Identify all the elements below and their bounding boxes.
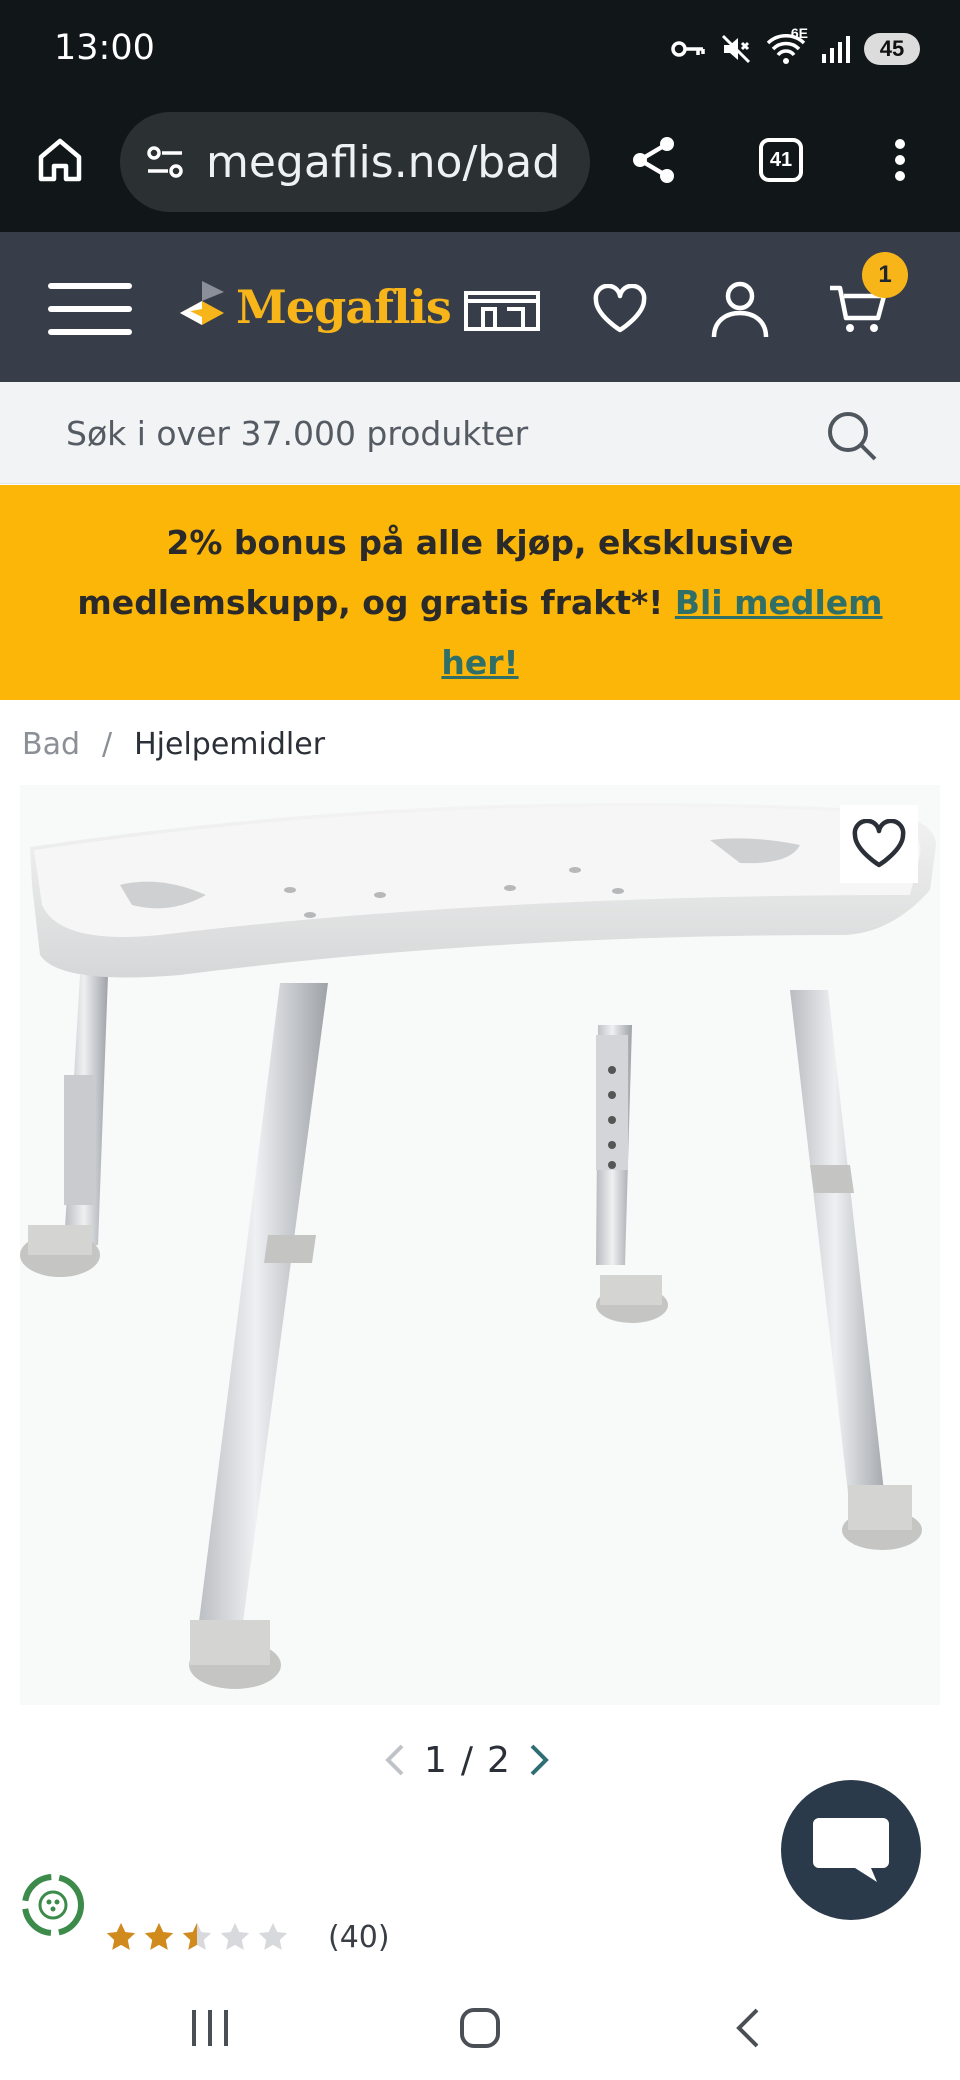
eco-badge: [18, 1870, 88, 1940]
mute-icon: [721, 34, 751, 64]
wishlist-button[interactable]: [580, 274, 660, 344]
product-image[interactable]: [20, 785, 940, 1705]
wifi-icon: 6E: [766, 25, 808, 67]
chevron-left-icon[interactable]: [380, 1740, 410, 1780]
tabs-icon: 41: [759, 138, 803, 182]
network-type: 6E: [790, 25, 808, 41]
pager-current: 1: [424, 1739, 447, 1781]
star-icon: [144, 1922, 174, 1950]
search-bar: [0, 382, 960, 484]
browser-toolbar: megaflis.no/bad 41: [0, 100, 960, 232]
more-menu-button[interactable]: [868, 128, 932, 192]
more-vert-icon: [895, 139, 905, 181]
star-icon: [182, 1922, 212, 1950]
breadcrumb-current: Hjelpemidler: [134, 726, 326, 762]
store-button[interactable]: [462, 274, 542, 344]
heart-icon: [593, 284, 647, 333]
key-icon: [671, 41, 705, 57]
status-time: 13:00: [54, 28, 155, 68]
site-settings-icon[interactable]: [144, 140, 188, 184]
search-button[interactable]: [820, 406, 884, 466]
home-icon: [38, 138, 82, 182]
account-button[interactable]: [700, 274, 780, 344]
recent-apps-icon: [192, 2010, 228, 2046]
chat-icon: [813, 1818, 889, 1882]
cart-count-badge: 1: [862, 252, 908, 298]
share-button[interactable]: [622, 128, 686, 192]
site-header: Megaflis 1: [0, 232, 960, 382]
star-icon: [258, 1922, 288, 1950]
home-nav-icon: [460, 2008, 500, 2048]
address-bar[interactable]: megaflis.no/bad: [120, 112, 590, 212]
url-text: megaflis.no/bad: [206, 136, 561, 188]
star-icon: [106, 1922, 136, 1950]
breadcrumb: Bad / Hjelpemidler: [22, 722, 325, 766]
image-pager: 1 / 2: [380, 1735, 554, 1785]
search-input[interactable]: [66, 406, 786, 460]
star-icon: [220, 1922, 250, 1950]
home-nav-button[interactable]: [440, 1998, 520, 2058]
breadcrumb-separator: /: [102, 726, 113, 762]
cart-button[interactable]: 1: [818, 252, 908, 344]
hamburger-icon: [48, 283, 132, 335]
share-icon: [633, 137, 674, 183]
signal-icon: [822, 36, 850, 63]
heart-icon: [852, 819, 906, 868]
system-nav-bar: [0, 1976, 960, 2080]
home-button[interactable]: [28, 128, 92, 192]
rating[interactable]: (40): [104, 1915, 390, 1959]
logo[interactable]: Megaflis: [178, 272, 452, 342]
search-icon: [828, 412, 877, 461]
pager-separator: /: [460, 1739, 474, 1781]
recent-apps-button[interactable]: [170, 1998, 250, 2058]
breadcrumb-link-bad[interactable]: Bad: [22, 727, 80, 762]
logo-text: Megaflis: [236, 280, 452, 334]
logo-mark-icon: [180, 281, 224, 325]
status-icons: 6E 45: [670, 25, 920, 70]
chat-button[interactable]: [781, 1780, 921, 1920]
tabs-button[interactable]: 41: [749, 128, 813, 192]
status-bar: 13:00 6E 45: [0, 0, 960, 100]
eco-badge-icon: [22, 1874, 84, 1936]
back-icon: [736, 2008, 759, 2048]
favorite-button[interactable]: [840, 805, 918, 883]
menu-button[interactable]: [48, 274, 132, 344]
user-icon: [711, 281, 769, 338]
pager-total: 2: [487, 1739, 510, 1781]
back-button[interactable]: [708, 1998, 788, 2058]
store-icon: [464, 291, 540, 331]
promo-banner: 2% bonus på alle kjøp, eksklusive medlem…: [0, 485, 960, 700]
rating-count: (40): [328, 1919, 390, 1955]
battery-indicator: 45: [864, 33, 920, 65]
rating-stars: [104, 1920, 290, 1954]
chevron-right-icon[interactable]: [524, 1740, 554, 1780]
shower-stool-image: [20, 802, 936, 1689]
